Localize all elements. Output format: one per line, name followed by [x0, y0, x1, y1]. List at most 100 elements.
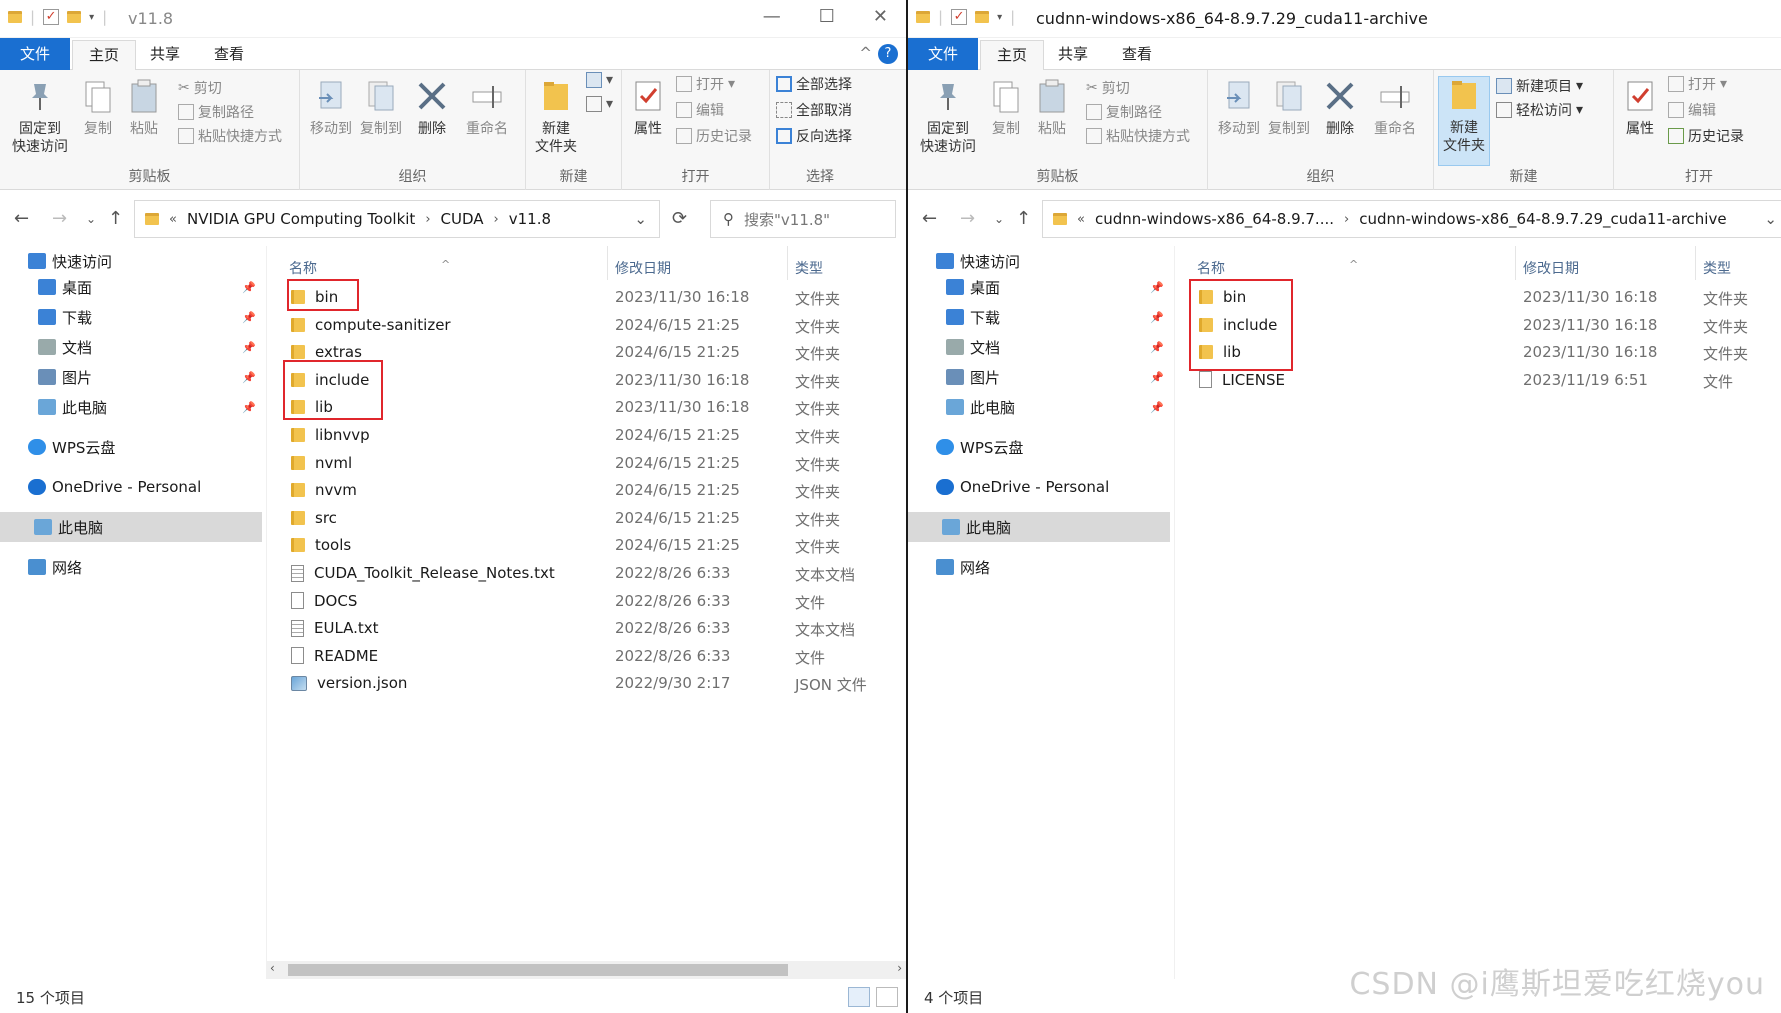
file-row[interactable]: lib 2023/11/30 16:18 文件夹: [267, 394, 906, 421]
qat-dropdown-icon[interactable]: ▾: [89, 12, 94, 23]
tab-home[interactable]: 主页: [980, 40, 1045, 71]
move-to-button[interactable]: 移动到: [1214, 78, 1264, 138]
file-row[interactable]: compute-sanitizer 2024/6/15 21:25 文件夹: [267, 312, 906, 339]
copy-button[interactable]: 复制: [986, 78, 1026, 138]
nav-item[interactable]: 文档 📌: [908, 332, 1170, 362]
pin-quick-access-button[interactable]: 固定到 快速访问: [4, 78, 76, 156]
pin-icon[interactable]: 📌: [1150, 371, 1164, 384]
nav-item[interactable]: 图片 📌: [0, 362, 262, 392]
help-icon[interactable]: ?: [878, 44, 898, 64]
qat-dropdown-icon[interactable]: ▾: [997, 12, 1002, 23]
pin-icon[interactable]: 📌: [1150, 341, 1164, 354]
address-bar[interactable]: « NVIDIA GPU Computing Toolkit › CUDA › …: [134, 200, 660, 238]
properties-button[interactable]: 属性: [628, 78, 668, 138]
collapse-ribbon-icon[interactable]: ^: [859, 44, 872, 62]
copy-path-button[interactable]: 复制路径: [178, 102, 254, 122]
new-folder-icon[interactable]: [975, 11, 990, 23]
copy-to-button[interactable]: 复制到: [1264, 78, 1314, 138]
pin-icon[interactable]: 📌: [242, 281, 256, 294]
nav-item[interactable]: 此电脑: [908, 512, 1170, 542]
paste-shortcut-button[interactable]: 粘贴快捷方式: [178, 126, 282, 146]
file-row[interactable]: README 2022/8/26 6:33 文件: [267, 643, 906, 670]
breadcrumb-item[interactable]: v11.8: [509, 210, 551, 228]
column-type[interactable]: 类型: [795, 258, 823, 278]
recent-dropdown-icon[interactable]: ⌄: [86, 212, 96, 226]
up-arrow-icon[interactable]: ↑: [1016, 208, 1031, 229]
paste-shortcut-button[interactable]: 粘贴快捷方式: [1086, 126, 1190, 146]
pin-icon[interactable]: 📌: [1150, 281, 1164, 294]
select-all-button[interactable]: 全部选择: [776, 74, 852, 94]
file-row[interactable]: nvml 2024/6/15 21:25 文件夹: [267, 450, 906, 477]
back-arrow-icon[interactable]: ←: [14, 208, 29, 229]
address-dropdown-icon[interactable]: ⌄: [634, 210, 647, 228]
delete-button[interactable]: 删除: [1320, 78, 1360, 138]
history-button[interactable]: 历史记录: [676, 126, 752, 146]
history-button[interactable]: 历史记录: [1668, 126, 1744, 146]
pin-icon[interactable]: 📌: [242, 311, 256, 324]
address-bar[interactable]: « cudnn-windows-x86_64-8.9.7.... › cudnn…: [1042, 200, 1781, 238]
nav-item[interactable]: 此电脑 📌: [0, 392, 262, 422]
minimize-button[interactable]: —: [763, 6, 781, 27]
tab-view[interactable]: 查看: [198, 38, 260, 70]
file-row[interactable]: lib 2023/11/30 16:18 文件夹: [1175, 339, 1781, 366]
breadcrumb-item[interactable]: CUDA: [441, 210, 484, 228]
pin-icon[interactable]: 📌: [1150, 311, 1164, 324]
nav-item[interactable]: 桌面 📌: [0, 272, 262, 302]
back-arrow-icon[interactable]: ←: [922, 208, 937, 229]
forward-arrow-icon[interactable]: →: [52, 208, 67, 229]
file-row[interactable]: nvvm 2024/6/15 21:25 文件夹: [267, 477, 906, 504]
tab-home[interactable]: 主页: [72, 40, 137, 71]
copy-path-button[interactable]: 复制路径: [1086, 102, 1162, 122]
breadcrumb-item[interactable]: cudnn-windows-x86_64-8.9.7....: [1095, 210, 1334, 228]
column-name[interactable]: 名称: [289, 258, 317, 278]
file-row[interactable]: bin 2023/11/30 16:18 文件夹: [1175, 284, 1781, 311]
pin-quick-access-button[interactable]: 固定到 快速访问: [912, 78, 984, 156]
breadcrumb-item[interactable]: cudnn-windows-x86_64-8.9.7.29_cuda11-arc…: [1359, 210, 1726, 228]
properties-check-icon[interactable]: ✓: [951, 9, 968, 25]
new-folder-button[interactable]: 新建 文件夹: [530, 78, 582, 156]
pin-icon[interactable]: 📌: [242, 341, 256, 354]
tab-file[interactable]: 文件: [0, 38, 70, 70]
close-button[interactable]: ✕: [873, 6, 888, 27]
column-date[interactable]: 修改日期: [615, 258, 671, 278]
file-row[interactable]: version.json 2022/9/30 2:17 JSON 文件: [267, 670, 906, 697]
file-row[interactable]: LICENSE 2023/11/19 6:51 文件: [1175, 367, 1781, 394]
column-name[interactable]: 名称: [1197, 258, 1225, 278]
nav-item[interactable]: 下载 📌: [0, 302, 262, 332]
open-button[interactable]: 打开 ▾: [676, 74, 735, 94]
tab-file[interactable]: 文件: [908, 38, 978, 70]
file-row[interactable]: tools 2024/6/15 21:25 文件夹: [267, 532, 906, 559]
copy-button[interactable]: 复制: [78, 78, 118, 138]
delete-button[interactable]: 删除: [412, 78, 452, 138]
copy-to-button[interactable]: 复制到: [356, 78, 406, 138]
search-input[interactable]: ⚲ 搜索"v11.8": [710, 200, 896, 238]
up-arrow-icon[interactable]: ↑: [108, 208, 123, 229]
refresh-icon[interactable]: ⟳: [672, 208, 687, 229]
tab-share[interactable]: 共享: [1042, 38, 1104, 70]
address-dropdown-icon[interactable]: ⌄: [1764, 210, 1777, 228]
horizontal-scrollbar[interactable]: ‹ ›: [266, 961, 906, 979]
nav-item[interactable]: OneDrive - Personal: [908, 472, 1170, 502]
file-row[interactable]: extras 2024/6/15 21:25 文件夹: [267, 339, 906, 366]
new-folder-button[interactable]: 新建 文件夹: [1438, 76, 1490, 166]
nav-item[interactable]: WPS云盘: [0, 432, 262, 462]
paste-button[interactable]: 粘贴: [1032, 78, 1072, 138]
nav-item[interactable]: 图片 📌: [908, 362, 1170, 392]
recent-dropdown-icon[interactable]: ⌄: [994, 212, 1004, 226]
rename-button[interactable]: 重命名: [1368, 78, 1422, 138]
new-folder-icon[interactable]: [67, 11, 82, 23]
file-row[interactable]: DOCS 2022/8/26 6:33 文件: [267, 588, 906, 615]
breadcrumb-item[interactable]: NVIDIA GPU Computing Toolkit: [187, 210, 415, 228]
select-none-button[interactable]: 全部取消: [776, 100, 852, 120]
invert-selection-button[interactable]: 反向选择: [776, 126, 852, 146]
tab-view[interactable]: 查看: [1106, 38, 1168, 70]
pin-icon[interactable]: 📌: [242, 401, 256, 414]
pin-icon[interactable]: 📌: [1150, 401, 1164, 414]
move-to-button[interactable]: 移动到: [306, 78, 356, 138]
file-row[interactable]: include 2023/11/30 16:18 文件夹: [1175, 312, 1781, 339]
open-button[interactable]: 打开 ▾: [1668, 74, 1727, 94]
column-type[interactable]: 类型: [1703, 258, 1731, 278]
edit-button[interactable]: 编辑: [676, 100, 724, 120]
cut-button[interactable]: ✂ 剪切: [178, 78, 222, 98]
pin-icon[interactable]: 📌: [242, 371, 256, 384]
